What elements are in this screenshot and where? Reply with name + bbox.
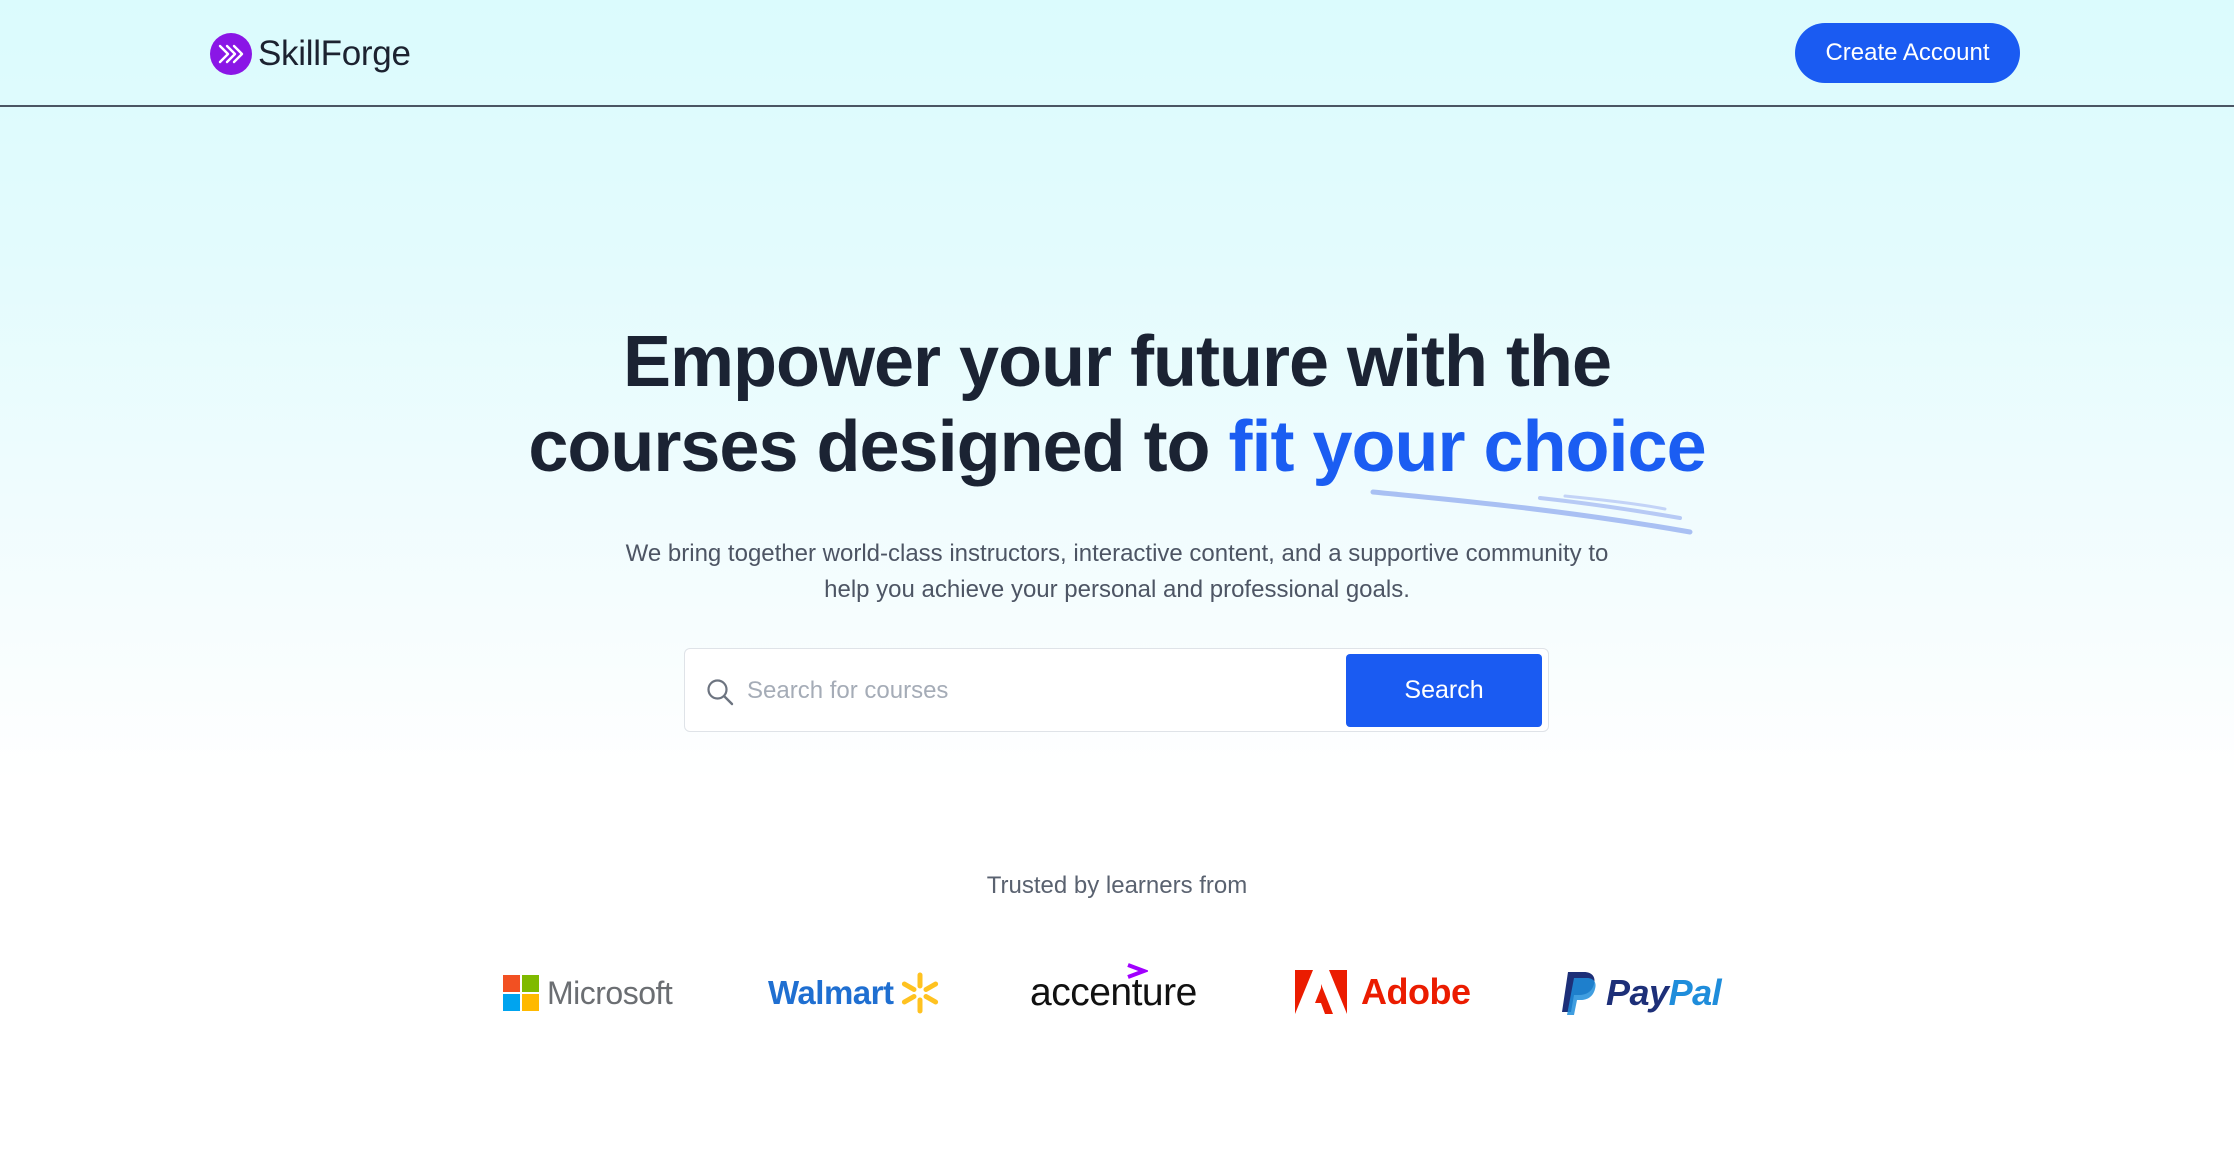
paypal-wordmark: PayPal bbox=[1606, 972, 1722, 1014]
microsoft-wordmark: Microsoft bbox=[547, 974, 673, 1011]
adobe-wordmark: Adobe bbox=[1361, 971, 1471, 1012]
walmart-wordmark: Walmart bbox=[768, 974, 894, 1011]
top-navbar: SkillForge Create Account bbox=[0, 0, 2234, 107]
hero-subtitle-line2: help you achieve your personal and profe… bbox=[824, 576, 1410, 603]
microsoft-squares-icon bbox=[503, 975, 539, 1011]
search-button[interactable]: Search bbox=[1346, 654, 1542, 727]
search-icon bbox=[707, 679, 734, 706]
walmart-logo: Walmart bbox=[768, 968, 941, 1018]
search-input[interactable] bbox=[747, 667, 1327, 715]
underline-swoosh-decoration bbox=[1370, 489, 1693, 535]
hero-title-accent: fit your choice bbox=[1228, 407, 1707, 487]
paypal-logo: PayPal bbox=[1560, 968, 1722, 1018]
trusted-by-label: Trusted by learners from bbox=[986, 872, 1248, 899]
walmart-spark-icon bbox=[902, 972, 939, 1014]
hero-subtitle: We bring together world-class instructor… bbox=[517, 536, 1717, 608]
hero-title: Empower your future with the courses des… bbox=[317, 320, 1917, 490]
hero-title-line1: Empower your future with the bbox=[622, 322, 1612, 402]
microsoft-logo: Microsoft bbox=[503, 970, 673, 1016]
adobe-logo: Adobe bbox=[1295, 968, 1471, 1016]
hero-title-line2-prefix: courses designed to bbox=[528, 407, 1210, 487]
paypal-wordmark-text: PayPal bbox=[1606, 972, 1722, 1013]
accenture-chevron-icon bbox=[1127, 963, 1148, 979]
hero-subtitle-line1: We bring together world-class instructor… bbox=[625, 540, 1609, 567]
course-search-bar: Search bbox=[684, 648, 1549, 732]
brand-logo-icon bbox=[210, 33, 252, 75]
paypal-p-icon bbox=[1562, 972, 1596, 1015]
accenture-logo: accenture bbox=[1030, 962, 1197, 1024]
create-account-button[interactable]: Create Account bbox=[1795, 23, 2020, 83]
brand-link[interactable]: SkillForge bbox=[210, 30, 411, 78]
accenture-wordmark: accenture bbox=[1030, 971, 1197, 1014]
brand-name: SkillForge bbox=[258, 34, 411, 73]
adobe-a-icon bbox=[1295, 970, 1347, 1014]
